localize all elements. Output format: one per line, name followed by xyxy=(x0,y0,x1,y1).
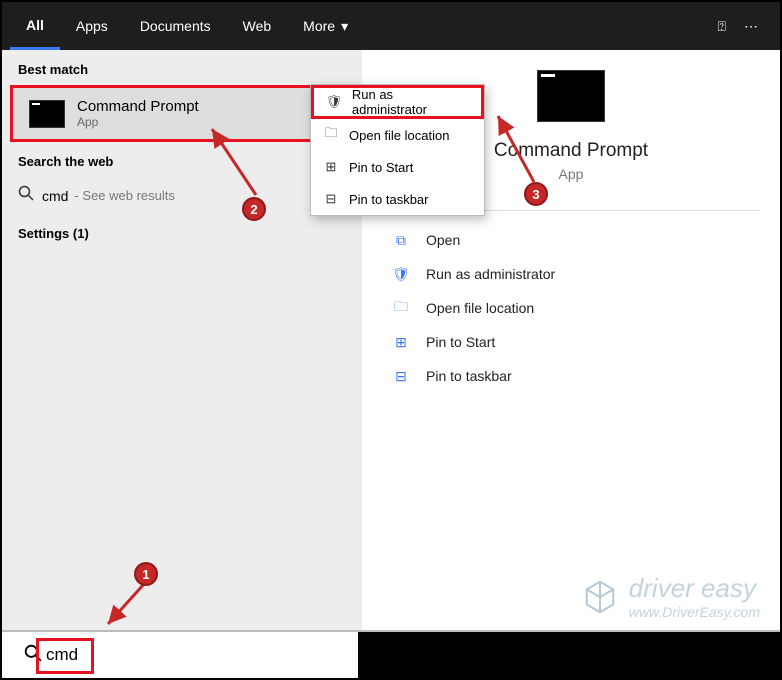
watermark-url: www.DriverEasy.com xyxy=(629,604,760,620)
pin-taskbar-icon: ⊟ xyxy=(321,191,341,207)
ctx-pin-taskbar-label: Pin to taskbar xyxy=(349,192,429,207)
preview-cmd-icon xyxy=(537,70,605,122)
action-open-location[interactable]: 🗀 Open file location xyxy=(362,291,780,325)
shield-icon: 🛡 xyxy=(390,266,412,283)
settings-label[interactable]: Settings (1) xyxy=(2,214,362,249)
action-open-location-label: Open file location xyxy=(426,300,534,316)
match-title: Command Prompt xyxy=(77,98,199,115)
ctx-pin-taskbar[interactable]: ⊟ Pin to taskbar xyxy=(311,183,484,215)
search-icon xyxy=(18,185,34,206)
pin-start-icon: ⊞ xyxy=(321,159,341,175)
shield-icon: 🛡 xyxy=(324,94,344,110)
search-web-label: Search the web xyxy=(2,142,362,177)
chevron-down-icon: ▾ xyxy=(341,18,348,35)
callout-2: 2 xyxy=(242,197,266,221)
action-run-admin[interactable]: 🛡 Run as administrator xyxy=(362,257,780,291)
web-result-row[interactable]: cmd - See web results › xyxy=(2,177,362,214)
tab-web[interactable]: Web xyxy=(227,2,288,50)
tab-apps[interactable]: Apps xyxy=(60,2,124,50)
tab-all[interactable]: All xyxy=(10,2,60,50)
best-match-item[interactable]: Command Prompt App xyxy=(10,85,354,142)
ctx-open-location[interactable]: 🗀 Open file location xyxy=(311,119,484,151)
tabs-bar: All Apps Documents Web More ▾ ⍰ ⋯ xyxy=(2,2,780,50)
watermark-brand: driver easy xyxy=(629,573,756,603)
folder-icon: 🗀 xyxy=(321,124,341,146)
web-hint: - See web results xyxy=(74,188,174,203)
preview-subtitle: App xyxy=(559,166,584,182)
callout-3: 3 xyxy=(524,182,548,206)
folder-icon: 🗀 xyxy=(390,296,412,320)
pin-taskbar-icon: ⊟ xyxy=(390,368,412,385)
pin-start-icon: ⊞ xyxy=(390,334,412,351)
web-query: cmd xyxy=(42,188,68,204)
ctx-pin-start[interactable]: ⊞ Pin to Start xyxy=(311,151,484,183)
action-pin-start[interactable]: ⊞ Pin to Start xyxy=(362,325,780,359)
action-open-label: Open xyxy=(426,232,460,248)
ctx-pin-start-label: Pin to Start xyxy=(349,160,413,175)
cmd-icon xyxy=(29,100,65,128)
left-pane: Best match Command Prompt App Search the… xyxy=(2,50,362,632)
search-highlight xyxy=(36,638,94,674)
callout-1: 1 xyxy=(134,562,158,586)
action-run-admin-label: Run as administrator xyxy=(426,266,555,282)
ctx-open-location-label: Open file location xyxy=(349,128,449,143)
taskbar-black xyxy=(358,632,780,680)
best-match-label: Best match xyxy=(2,50,362,85)
ctx-run-admin-label: Run as administrator xyxy=(352,87,471,117)
action-pin-taskbar-label: Pin to taskbar xyxy=(426,368,512,384)
feedback-icon[interactable]: ⍰ xyxy=(718,18,726,35)
open-icon: ⧉ xyxy=(390,232,412,249)
context-menu: 🛡 Run as administrator 🗀 Open file locatio… xyxy=(310,84,485,216)
more-icon[interactable]: ⋯ xyxy=(744,18,758,35)
arrow-2 xyxy=(202,119,274,199)
tab-documents[interactable]: Documents xyxy=(124,2,227,50)
action-pin-taskbar[interactable]: ⊟ Pin to taskbar xyxy=(362,359,780,393)
arrow-1 xyxy=(98,578,158,638)
tab-more[interactable]: More ▾ xyxy=(287,2,364,50)
action-pin-start-label: Pin to Start xyxy=(426,334,495,350)
action-open[interactable]: ⧉ Open xyxy=(362,223,780,257)
tab-more-label: More xyxy=(303,18,335,34)
cube-icon xyxy=(581,578,619,616)
ctx-run-admin[interactable]: 🛡 Run as administrator xyxy=(311,85,484,119)
match-subtitle: App xyxy=(77,115,199,129)
watermark: driver easy www.DriverEasy.com xyxy=(581,573,760,620)
arrow-3 xyxy=(492,110,544,188)
